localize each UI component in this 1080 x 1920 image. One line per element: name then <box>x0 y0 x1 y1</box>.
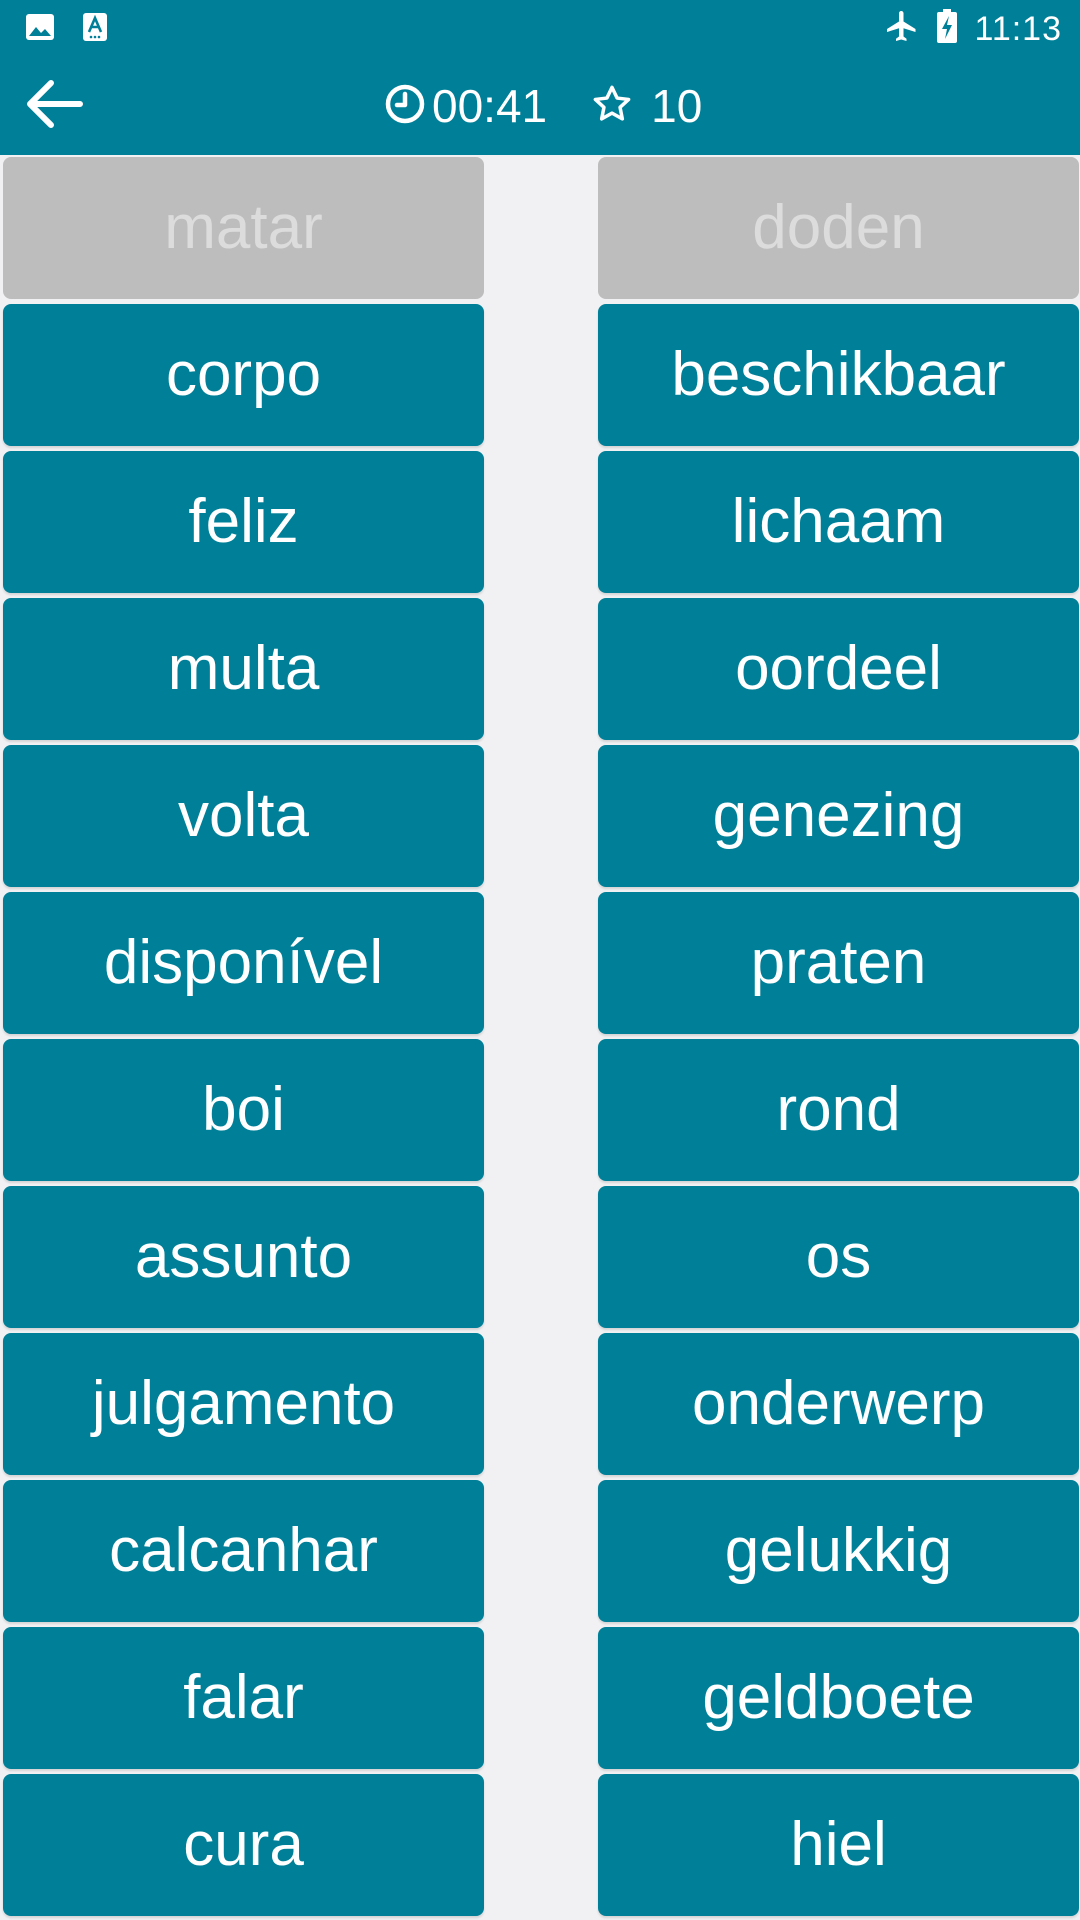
right-word-tile[interactable]: lichaam <box>598 451 1079 593</box>
app-bar: 00:41 10 <box>0 56 1080 155</box>
left-word-tile[interactable]: cura <box>3 1774 484 1916</box>
game-stats: 00:41 10 <box>384 76 702 136</box>
left-word-tile[interactable]: falar <box>3 1627 484 1769</box>
left-word-tile[interactable]: volta <box>3 745 484 887</box>
right-word-tile: doden <box>598 157 1079 299</box>
right-word-tile[interactable]: oordeel <box>598 598 1079 740</box>
right-word-tile[interactable]: gelukkig <box>598 1480 1079 1622</box>
left-word-tile[interactable]: assunto <box>3 1186 484 1328</box>
left-word-tile[interactable]: feliz <box>3 451 484 593</box>
timer-value: 00:41 <box>432 80 548 132</box>
left-word-tile[interactable]: boi <box>3 1039 484 1181</box>
right-word-tile[interactable]: geldboete <box>598 1627 1079 1769</box>
status-bar: 11:13 <box>0 0 1080 56</box>
left-word-tile[interactable]: julgamento <box>3 1333 484 1475</box>
left-word-tile[interactable]: multa <box>3 598 484 740</box>
star-outline-icon <box>591 83 633 130</box>
clock-icon <box>384 83 426 130</box>
arrow-left-icon <box>24 77 84 136</box>
right-word-tile[interactable]: hiel <box>598 1774 1079 1916</box>
left-word-tile[interactable]: calcanhar <box>3 1480 484 1622</box>
score-value: 10 <box>651 80 703 132</box>
top-bar: 11:13 00:41 10 <box>0 0 1080 155</box>
battery-charging-icon <box>936 8 958 49</box>
image-icon <box>24 12 56 47</box>
right-word-tile[interactable]: genezing <box>598 745 1079 887</box>
right-word-tile[interactable]: beschikbaar <box>598 304 1079 446</box>
translate-a-icon <box>82 12 108 47</box>
left-word-tile: matar <box>3 157 484 299</box>
left-word-tile[interactable]: corpo <box>3 304 484 446</box>
right-word-tile[interactable]: praten <box>598 892 1079 1034</box>
back-button[interactable] <box>14 66 94 146</box>
word-match-board: matar corpo feliz multa volta disponível… <box>0 157 1080 1920</box>
right-word-tile[interactable]: onderwerp <box>598 1333 1079 1475</box>
status-time: 11:13 <box>974 9 1062 48</box>
right-word-tile[interactable]: os <box>598 1186 1079 1328</box>
left-word-tile[interactable]: disponível <box>3 892 484 1034</box>
right-word-tile[interactable]: rond <box>598 1039 1079 1181</box>
airplane-mode-icon <box>884 8 920 49</box>
